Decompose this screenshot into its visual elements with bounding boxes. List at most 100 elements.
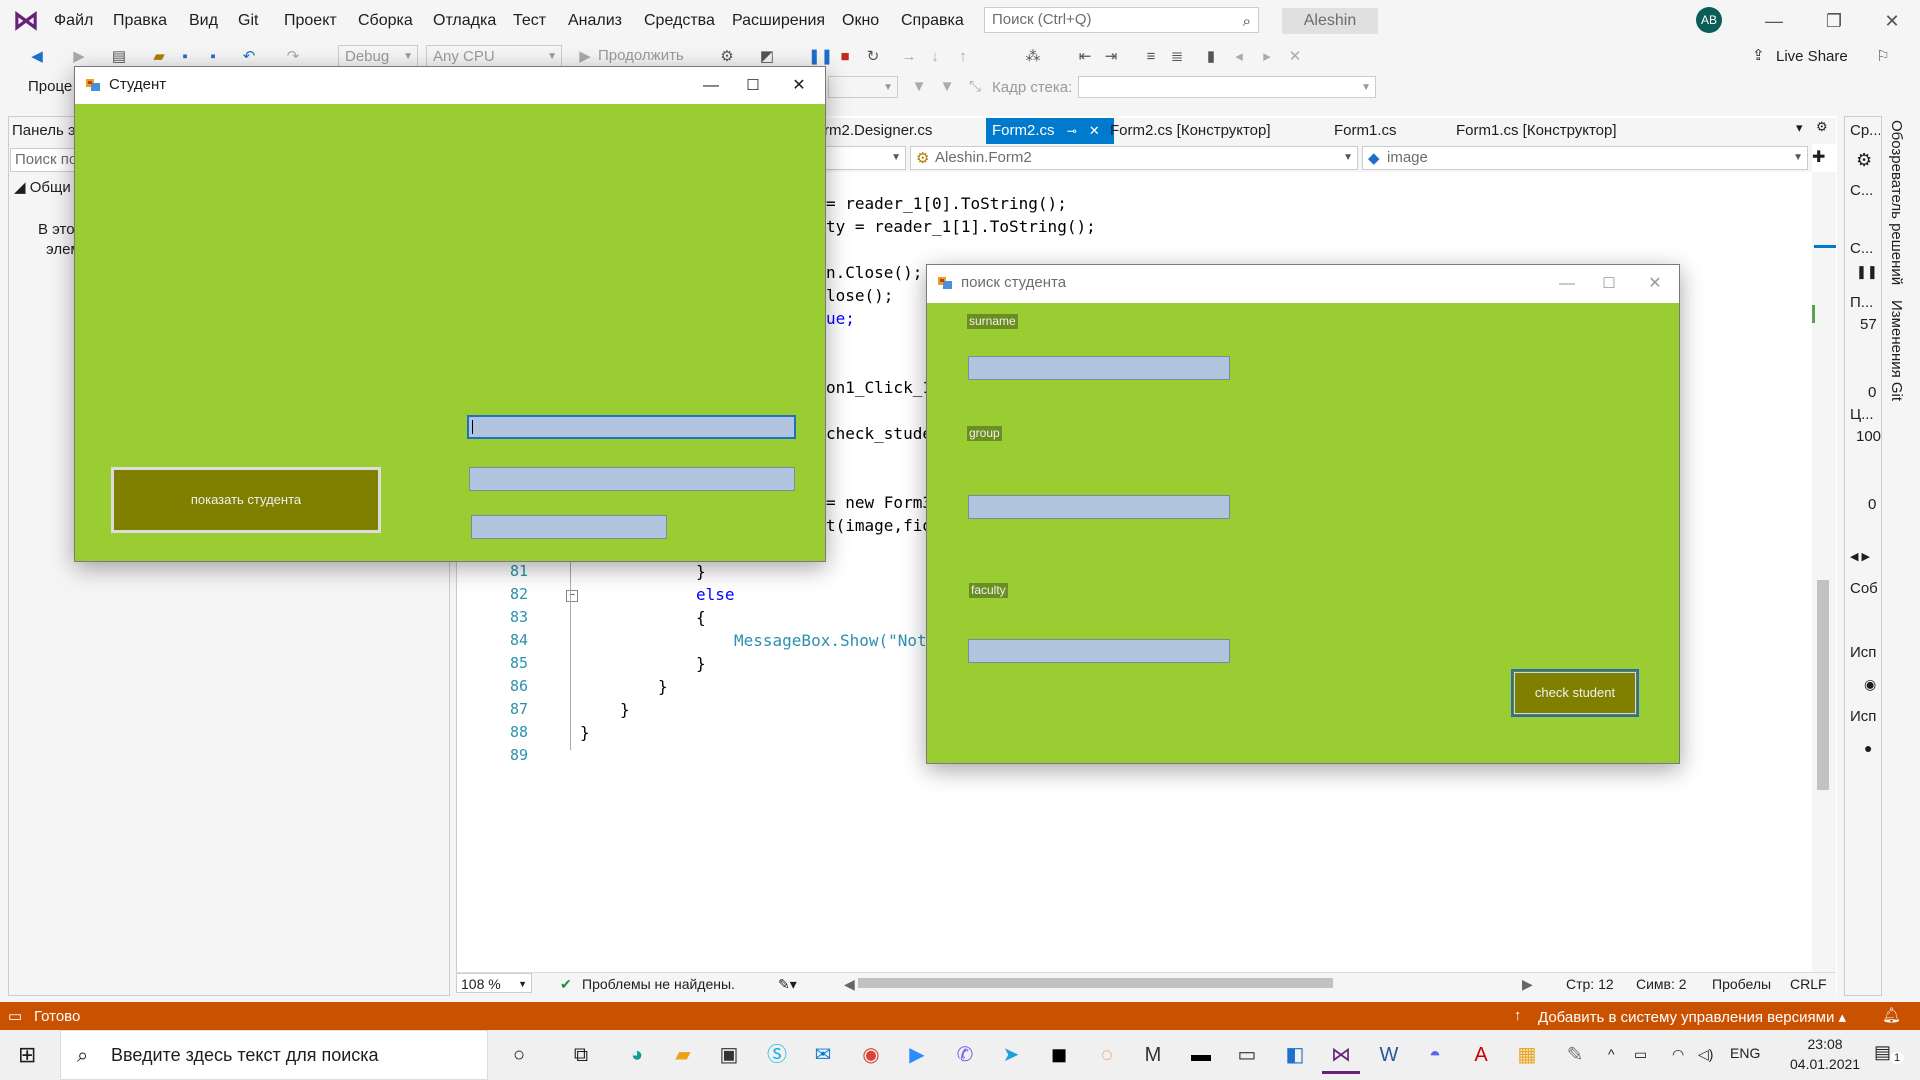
close-icon[interactable]: ✕ xyxy=(779,73,819,99)
save-icon[interactable]: ▪ xyxy=(174,46,196,68)
check-student-button[interactable]: check student xyxy=(1511,669,1639,717)
menu-build[interactable]: Сборка xyxy=(354,10,417,32)
word-icon[interactable]: W xyxy=(1370,1036,1408,1074)
wifi-icon[interactable]: ◠ xyxy=(1672,1046,1684,1063)
volume-icon[interactable]: ◁) xyxy=(1698,1046,1713,1063)
filter-flag-icon[interactable]: ▼ xyxy=(936,76,958,98)
redo-icon[interactable]: ↷ xyxy=(282,46,304,68)
breakpoints-icon[interactable]: ⁂ xyxy=(1022,46,1044,68)
bookmark-icon[interactable]: ▮ xyxy=(1200,46,1222,68)
clock[interactable]: 23:08 04.01.2021 xyxy=(1790,1034,1860,1074)
restart-icon[interactable]: ↻ xyxy=(862,46,884,68)
collapse-icon[interactable]: − xyxy=(566,590,578,602)
output-window-icon[interactable]: ▭ xyxy=(8,1007,22,1025)
mysql-icon[interactable]: ▭ xyxy=(1228,1036,1266,1074)
prev-bookmark-icon[interactable]: ◂ xyxy=(1228,46,1250,68)
viber-icon[interactable]: ✆ xyxy=(946,1036,984,1074)
menu-view[interactable]: Вид xyxy=(185,10,222,32)
winforms-app-icon[interactable]: ▦ xyxy=(1508,1036,1546,1074)
screenshot-icon[interactable]: ◩ xyxy=(756,46,778,68)
language-indicator[interactable]: ENG xyxy=(1730,1045,1760,1061)
tab-form2-designer-view[interactable]: Form2.cs [Конструктор] xyxy=(1104,118,1277,144)
problems-status[interactable]: Проблемы не найдены. xyxy=(582,974,735,994)
split-editor-icon[interactable]: ✚ xyxy=(1812,147,1825,167)
menu-project[interactable]: Проект xyxy=(280,10,341,32)
right-panel-tab-events[interactable]: Соб xyxy=(1850,580,1880,597)
scroll-arrows-icon[interactable]: ◀ ▶ xyxy=(1850,550,1870,563)
m-app-icon[interactable]: M xyxy=(1134,1036,1172,1074)
paint-icon[interactable]: ✎ xyxy=(1556,1036,1594,1074)
editor-scroll-thumb[interactable] xyxy=(1817,580,1829,790)
uncomment-icon[interactable]: ⇥ xyxy=(1100,46,1122,68)
action-center-icon[interactable]: ▤ xyxy=(1874,1042,1891,1063)
abc-app-icon[interactable]: A xyxy=(1462,1036,1500,1074)
open-icon[interactable]: ▰ xyxy=(148,46,170,68)
column-indicator[interactable]: Симв: 2 xyxy=(1636,974,1687,994)
pin-icon[interactable]: ⊸ xyxy=(1067,118,1077,144)
telegram-icon[interactable]: ➤ xyxy=(992,1036,1030,1074)
line-indicator[interactable]: Стр: 12 xyxy=(1566,974,1614,994)
maximize-icon[interactable]: ☐ xyxy=(1589,271,1629,297)
comment-icon[interactable]: ⇤ xyxy=(1074,46,1096,68)
expand-icon[interactable]: ⤡ xyxy=(964,76,986,98)
jupyter-icon[interactable]: ◌ xyxy=(1088,1036,1126,1074)
file-explorer-icon[interactable]: ▰ xyxy=(664,1036,702,1074)
maximize-icon[interactable]: ☐ xyxy=(733,73,773,99)
minimize-icon[interactable]: — xyxy=(691,73,731,99)
task-view-icon[interactable]: ⧉ xyxy=(562,1036,600,1074)
menu-window[interactable]: Окно xyxy=(838,10,883,32)
chrome-icon[interactable]: ◉ xyxy=(852,1036,890,1074)
menu-git[interactable]: Git xyxy=(234,10,262,32)
faculty-input[interactable] xyxy=(968,639,1230,663)
back-icon[interactable]: ◀ xyxy=(26,46,48,68)
store-icon[interactable]: ▣ xyxy=(710,1036,748,1074)
tab-list-dropdown-icon[interactable]: ▾ xyxy=(1796,120,1803,136)
solution-name-badge[interactable]: Aleshin xyxy=(1282,8,1378,34)
discord-icon[interactable]: ◓ xyxy=(1416,1036,1454,1074)
terminal-icon[interactable]: ▬ xyxy=(1182,1036,1220,1074)
windows-start-icon[interactable]: ⊞ xyxy=(18,1042,36,1068)
pause-icon[interactable]: ❚❚ xyxy=(808,46,833,68)
stop-icon[interactable]: ■ xyxy=(834,46,856,68)
student-text-field-2[interactable] xyxy=(469,467,795,491)
minimize-icon[interactable]: — xyxy=(1754,8,1794,34)
minimize-icon[interactable]: — xyxy=(1547,271,1587,297)
step-into-icon[interactable]: ↓ xyxy=(924,46,946,68)
ide-search-input[interactable]: Поиск (Ctrl+Q) ⌕ xyxy=(984,7,1259,33)
attach-icon[interactable]: ⚙ xyxy=(716,46,738,68)
next-bookmark-icon[interactable]: ▸ xyxy=(1256,46,1278,68)
step-out-icon[interactable]: ↑ xyxy=(952,46,974,68)
settings-gear-icon[interactable]: ⚙ xyxy=(1856,150,1872,171)
project-dropdown[interactable]: ▼ xyxy=(820,146,906,170)
tray-overflow-icon[interactable]: ^ xyxy=(1608,1046,1615,1062)
forward-icon[interactable]: ▶ xyxy=(68,46,90,68)
new-project-icon[interactable]: ▤ xyxy=(108,46,130,68)
editor-vertical-scrollbar[interactable] xyxy=(1812,172,1836,972)
notifications-bell-icon[interactable]: 🔔︎ xyxy=(1882,1006,1901,1024)
zoom-select[interactable]: 108 % ▼ xyxy=(456,973,532,993)
stack-frame-select[interactable]: ▼ xyxy=(1078,76,1376,98)
intellij-icon[interactable]: ◼ xyxy=(1040,1036,1078,1074)
student-text-field-1[interactable] xyxy=(467,415,796,439)
menu-test[interactable]: Тест xyxy=(509,10,550,32)
menu-edit[interactable]: Правка xyxy=(109,10,171,32)
editor-horizontal-scroll-thumb[interactable] xyxy=(858,978,1333,988)
live-share-button[interactable]: Live Share xyxy=(1776,48,1848,65)
filter-icon[interactable]: ▼ xyxy=(908,76,930,98)
close-icon[interactable]: ✕ xyxy=(1872,8,1912,34)
menu-debug[interactable]: Отладка xyxy=(429,10,500,32)
save-all-icon[interactable]: ▪ xyxy=(202,46,224,68)
surname-input[interactable] xyxy=(968,356,1230,380)
menu-extensions[interactable]: Расширения xyxy=(728,10,829,32)
thread-select[interactable]: ▼ xyxy=(828,76,898,98)
clear-bookmarks-icon[interactable]: ✕ xyxy=(1284,46,1306,68)
avatar[interactable]: AB xyxy=(1696,7,1722,33)
class-dropdown[interactable]: ⚙ Aleshin.Form2 ▼ xyxy=(910,146,1358,170)
scroll-right-icon[interactable]: ▶ xyxy=(1522,974,1533,994)
search-form-titlebar[interactable]: поиск студента — ☐ ✕ xyxy=(927,265,1679,303)
visual-studio-taskbar-icon[interactable]: ⋈ xyxy=(1322,1036,1360,1074)
cortana-icon[interactable]: ○ xyxy=(500,1036,538,1074)
indent-icon[interactable]: ≡ xyxy=(1140,46,1162,68)
tab-form1-cs[interactable]: Form1.cs xyxy=(1328,118,1403,144)
eol-indicator[interactable]: CRLF xyxy=(1790,974,1827,994)
